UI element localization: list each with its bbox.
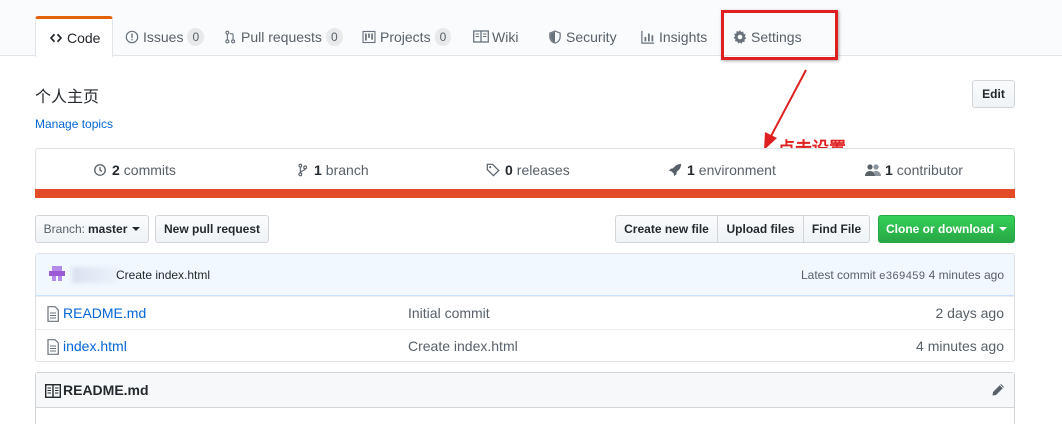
readme-box: README.md (35, 372, 1015, 424)
tab-projects-label: Projects (380, 28, 431, 45)
tab-code-label: Code (67, 30, 101, 46)
file-age: 2 days ago (935, 305, 1005, 321)
book-icon (45, 384, 61, 398)
language-bar[interactable] (35, 189, 1015, 198)
tab-code[interactable]: Code (35, 16, 114, 57)
readme-title: README.md (63, 382, 149, 398)
commit-message-link[interactable]: Create index.html (116, 268, 210, 282)
repo-description: 个人主页 (35, 87, 100, 106)
book-icon (473, 29, 489, 45)
git-branch-icon (294, 162, 310, 178)
releases-label: releases (516, 162, 570, 178)
git-pull-request-icon (222, 29, 238, 45)
graph-icon (640, 29, 656, 45)
new-pull-request-button[interactable]: New pull request (155, 215, 269, 243)
branch-name: master (88, 222, 128, 236)
file-table: Create index.html Latest commit e369459 … (35, 253, 1015, 362)
tab-pull-requests[interactable]: Pull requests 0 (210, 16, 355, 57)
tab-wiki[interactable]: Wiki (461, 16, 530, 57)
project-icon (361, 29, 377, 45)
numbers-summary: 2 commits 1 branch 0 releases 1 environm… (35, 148, 1015, 198)
pencil-icon[interactable] (991, 383, 1005, 397)
file-commit-message-link[interactable]: Initial commit (408, 305, 490, 321)
table-row: README.md Initial commit 2 days ago (36, 296, 1014, 329)
releases-link[interactable]: 0 releases (485, 162, 570, 178)
create-new-file-button[interactable]: Create new file (615, 215, 718, 243)
tab-security-label: Security (566, 28, 617, 45)
file-commit-message-link[interactable]: Create index.html (408, 338, 518, 354)
history-icon (92, 162, 108, 178)
commits-link[interactable]: 2 commits (92, 162, 176, 178)
code-icon (48, 30, 64, 46)
people-icon (865, 162, 881, 178)
contributors-link[interactable]: 1 contributor (865, 162, 963, 178)
tab-issues[interactable]: Issues 0 (112, 16, 216, 57)
shield-icon (547, 29, 563, 45)
commit-author-blurred (72, 267, 118, 283)
file-icon (47, 339, 59, 355)
file-name-link[interactable]: README.md (63, 305, 146, 321)
commit-tease: Create index.html Latest commit e369459 … (36, 254, 1014, 296)
branch-prefix: Branch: (43, 222, 85, 236)
branches-link[interactable]: 1 branch (294, 162, 369, 178)
tab-wiki-label: Wiki (492, 28, 519, 45)
clone-or-download-label: Clone or download (886, 222, 994, 236)
branches-label: branch (325, 162, 369, 178)
tab-issues-label: Issues (143, 28, 184, 45)
commit-age: 4 minutes ago (928, 268, 1004, 282)
chevron-down-icon (132, 227, 141, 231)
chevron-down-icon (999, 227, 1007, 231)
latest-commit: Latest commit e369459 4 minutes ago (801, 268, 1004, 283)
tag-icon (485, 162, 501, 178)
commits-count: 2 (112, 162, 120, 178)
settings-highlight-box (721, 10, 838, 60)
avatar[interactable] (48, 265, 66, 283)
file-age: 4 minutes ago (916, 338, 1004, 354)
clone-or-download-button[interactable]: Clone or download (878, 215, 1015, 243)
environments-label: environment (698, 162, 776, 178)
tab-pull-requests-label: Pull requests (241, 28, 322, 45)
repo-nav: Code Issues 0 Pull requests 0 Projects 0… (0, 0, 1062, 57)
contributors-count: 1 (885, 162, 893, 178)
rocket-icon (667, 162, 683, 178)
find-file-button[interactable]: Find File (803, 215, 870, 243)
upload-files-button[interactable]: Upload files (717, 215, 804, 243)
commit-sha-link[interactable]: e369459 (879, 271, 925, 283)
tab-projects[interactable]: Projects 0 (349, 16, 463, 57)
file-icon (47, 306, 59, 322)
releases-count: 0 (505, 162, 513, 178)
issue-opened-icon (124, 29, 140, 45)
projects-counter: 0 (434, 27, 452, 46)
tab-insights-label: Insights (659, 28, 708, 45)
edit-button[interactable]: Edit (972, 80, 1015, 108)
issues-counter: 0 (187, 27, 205, 46)
latest-commit-label: Latest commit (801, 268, 876, 282)
file-name-link[interactable]: index.html (63, 338, 127, 354)
branches-count: 1 (314, 162, 322, 178)
environments-count: 1 (687, 162, 695, 178)
tab-insights[interactable]: Insights (628, 16, 719, 57)
pull-requests-counter: 0 (325, 27, 343, 46)
tab-security[interactable]: Security (535, 16, 629, 57)
commits-label: commits (123, 162, 176, 178)
table-row: index.html Create index.html 4 minutes a… (36, 329, 1014, 361)
readme-header: README.md (36, 373, 1014, 408)
branch-select-button[interactable]: Branch: master (35, 215, 149, 243)
environments-link[interactable]: 1 environment (667, 162, 776, 178)
contributors-label: contributor (896, 162, 963, 178)
manage-topics-link[interactable]: Manage topics (35, 117, 113, 131)
